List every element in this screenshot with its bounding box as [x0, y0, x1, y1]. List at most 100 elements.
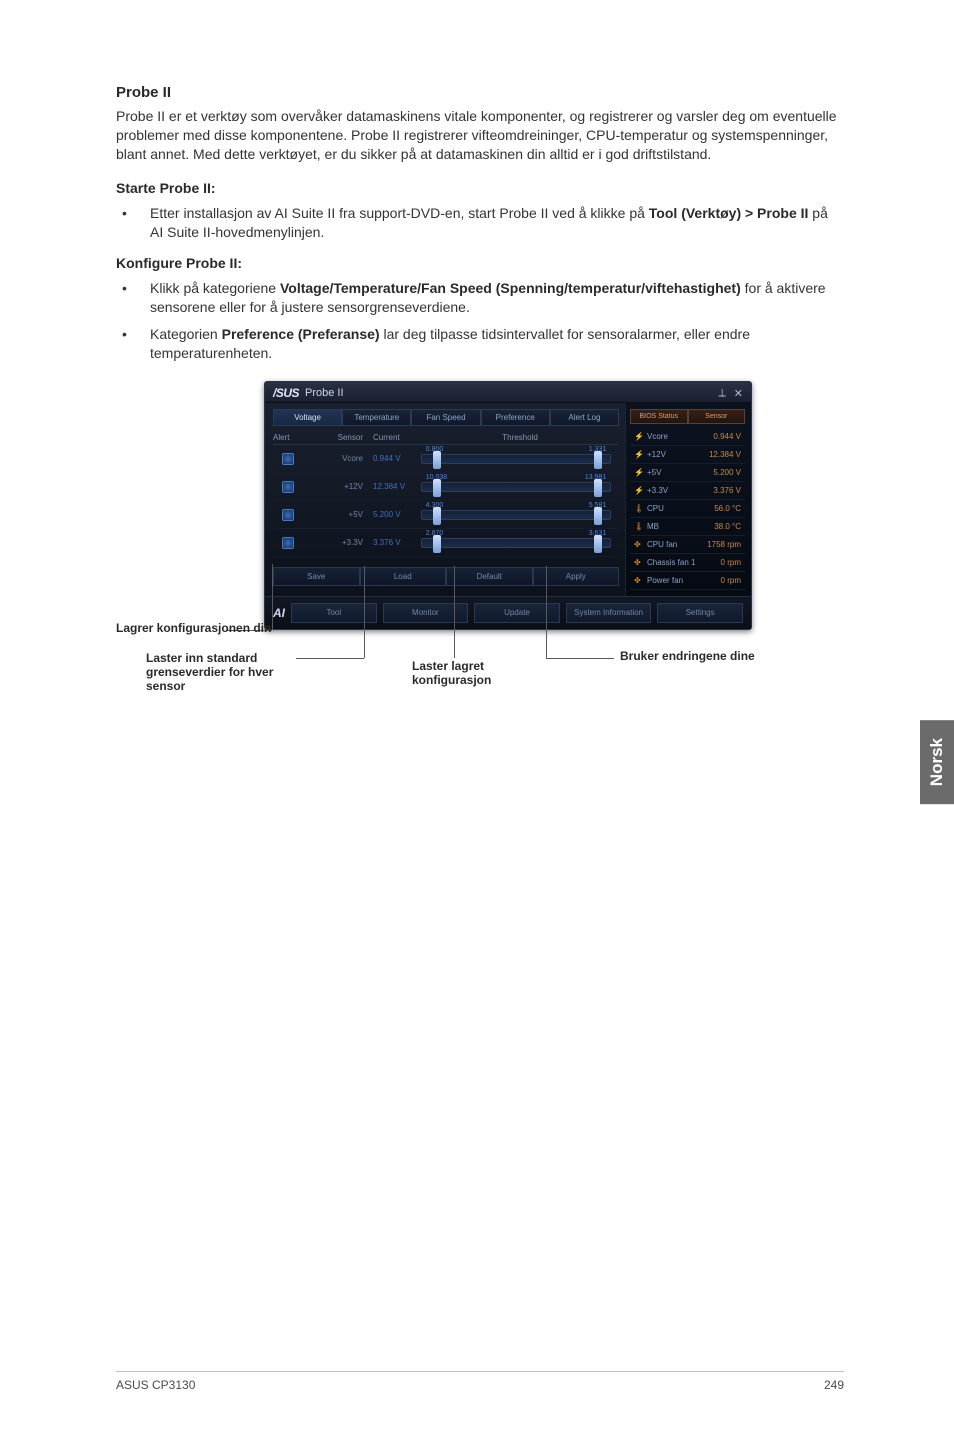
status-row: ✤CPU fan1758 rpm: [630, 536, 745, 554]
status-icon: 🌡: [634, 522, 644, 531]
status-icon: ⚡: [634, 450, 644, 459]
sensor-current: 12.384 V: [373, 482, 421, 491]
alert-checkbox[interactable]: [282, 509, 294, 521]
status-icon: ✤: [634, 576, 644, 585]
status-row: ✤Power fan0 rpm: [630, 572, 745, 590]
status-icon: ✤: [634, 558, 644, 567]
status-icon: 🌡: [634, 504, 644, 513]
tab-preference[interactable]: Preference: [481, 409, 550, 426]
page-footer: ASUS CP3130 249: [116, 1371, 844, 1392]
status-row: ⚡+5V5.200 V: [630, 464, 745, 482]
close-icon[interactable]: ✕: [734, 387, 743, 400]
tab-alert-log[interactable]: Alert Log: [550, 409, 619, 426]
callout-area: Lagrer konfigurasjonen din Laster inn st…: [116, 636, 876, 736]
slider-handle-high[interactable]: [594, 535, 602, 553]
pin-icon[interactable]: ⟂: [718, 387, 725, 400]
status-row: ⚡Vcore0.944 V: [630, 428, 745, 446]
threshold-slider[interactable]: 0.8001.331: [421, 454, 611, 464]
text-bold: dringene dine: [676, 649, 755, 663]
callout-apply: Bruker endringene dine: [620, 650, 790, 664]
threshold-slider[interactable]: 2.8703.631: [421, 538, 611, 548]
status-row: ⚡+12V12.384 V: [630, 446, 745, 464]
title-bar: /SUS Probe II ⟂ ✕: [265, 382, 751, 403]
tab-temperature[interactable]: Temperature: [342, 409, 411, 426]
slider-handle-low[interactable]: [433, 507, 441, 525]
bottom-settings[interactable]: Settings: [657, 603, 743, 623]
status-value: 1758 rpm: [707, 540, 741, 549]
sensor-name: +12V: [303, 482, 373, 491]
bottom-sysinfo[interactable]: System Information: [566, 603, 652, 623]
intro-paragraph: Probe II er et verktøy som overvåker dat…: [116, 107, 844, 164]
footer-left: ASUS CP3130: [116, 1378, 195, 1392]
alert-checkbox[interactable]: [282, 453, 294, 465]
sensor-row: +5V5.200 V4.3005.581: [273, 501, 619, 529]
status-name: Power fan: [644, 576, 721, 585]
threshold-high: 1.331: [589, 446, 607, 453]
start-heading: Starte Probe II:: [116, 180, 844, 196]
callout-line: [272, 564, 273, 630]
tab-voltage[interactable]: Voltage: [273, 409, 342, 426]
callout-line: [364, 566, 365, 658]
status-name: +5V: [644, 468, 713, 477]
status-value: 5.200 V: [713, 468, 741, 477]
slider-handle-low[interactable]: [433, 535, 441, 553]
status-tab-sensor[interactable]: Sensor: [688, 409, 746, 424]
status-name: CPU: [644, 504, 714, 513]
status-value: 3.376 V: [713, 486, 741, 495]
alert-checkbox[interactable]: [282, 481, 294, 493]
text: Etter installasjon av AI Suite II fra su…: [150, 205, 649, 221]
slider-handle-high[interactable]: [594, 451, 602, 469]
slider-handle-high[interactable]: [594, 479, 602, 497]
status-value: 0 rpm: [721, 576, 741, 585]
callout-line: [546, 566, 547, 658]
status-row: 🌡CPU56.0 °C: [630, 500, 745, 518]
window-title: Probe II: [305, 387, 344, 399]
status-icon: ⚡: [634, 486, 644, 495]
text: Bruker en: [620, 649, 676, 663]
threshold-high: 13.981: [585, 474, 606, 481]
status-name: MB: [644, 522, 714, 531]
col-current: Current: [373, 433, 421, 442]
col-threshold: Threshold: [421, 433, 619, 442]
threshold-slider[interactable]: 4.3005.581: [421, 510, 611, 520]
tab-fan-speed[interactable]: Fan Speed: [411, 409, 480, 426]
col-alert: Alert: [273, 433, 303, 442]
text-bold: Preference (Preferanse): [222, 326, 380, 342]
status-icon: ⚡: [634, 432, 644, 441]
probe-window: /SUS Probe II ⟂ ✕ Voltage Temperature Fa…: [264, 381, 752, 630]
slider-handle-low[interactable]: [433, 451, 441, 469]
alert-checkbox[interactable]: [282, 537, 294, 549]
sensor-row: +3.3V3.376 V2.8703.631: [273, 529, 619, 557]
config-bullet2: Kategorien Preference (Preferanse) lar d…: [150, 325, 844, 363]
threshold-slider[interactable]: 10.03813.981: [421, 482, 611, 492]
status-icon: ✤: [634, 540, 644, 549]
save-button[interactable]: Save: [273, 567, 360, 586]
language-tab: Norsk: [920, 720, 954, 804]
brand-logo: /SUS: [273, 386, 299, 400]
footer-page: 249: [824, 1378, 844, 1392]
sensor-name: +3.3V: [303, 538, 373, 547]
text-bold: Tool (Verktøy) > Probe II: [649, 205, 809, 221]
status-tab-bios[interactable]: BIOS Status: [630, 409, 688, 424]
bottom-monitor[interactable]: Monitor: [383, 603, 469, 623]
sensor-name: +5V: [303, 510, 373, 519]
slider-handle-low[interactable]: [433, 479, 441, 497]
status-icon: ⚡: [634, 468, 644, 477]
sensor-current: 5.200 V: [373, 510, 421, 519]
threshold-high: 5.581: [589, 502, 607, 509]
bullet-dot: •: [116, 325, 150, 363]
sensor-row: +12V12.384 V10.03813.981: [273, 473, 619, 501]
text: Kategorien: [150, 326, 222, 342]
default-button[interactable]: Default: [446, 567, 533, 586]
text-bold: Voltage/Temperature/Fan Speed (Spenning/…: [280, 280, 741, 296]
status-row: ⚡+3.3V3.376 V: [630, 482, 745, 500]
sensor-current: 0.944 V: [373, 454, 421, 463]
load-button[interactable]: Load: [360, 567, 447, 586]
slider-handle-high[interactable]: [594, 507, 602, 525]
threshold-high: 3.631: [589, 530, 607, 537]
status-value: 38.0 °C: [714, 522, 741, 531]
bullet-dot: •: [116, 204, 150, 242]
col-sensor: Sensor: [303, 433, 373, 442]
sensor-current: 3.376 V: [373, 538, 421, 547]
status-name: Chassis fan 1: [644, 558, 721, 567]
